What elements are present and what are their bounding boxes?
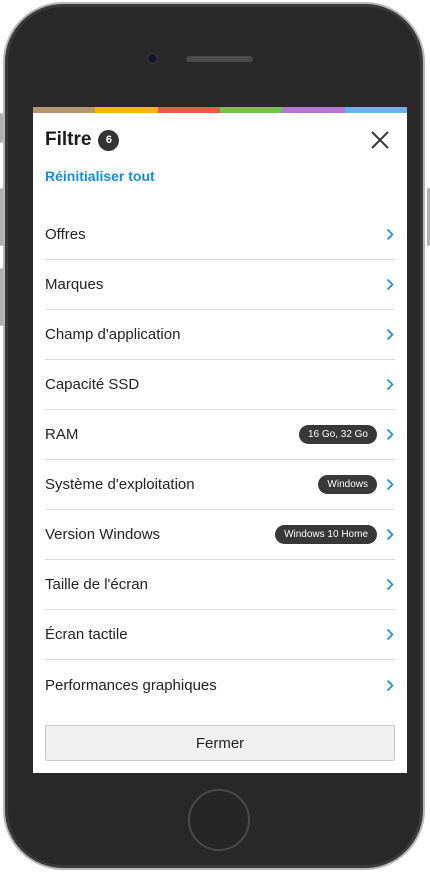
- filter-row[interactable]: RAM 16 Go, 32 Go: [45, 410, 395, 460]
- color-strip: [33, 107, 407, 113]
- color-strip-segment: [95, 107, 158, 113]
- color-strip-segment: [157, 107, 220, 113]
- filter-row-label: Taille de l'écran: [45, 576, 148, 593]
- close-icon: [371, 131, 389, 149]
- filter-row-label: Système d'exploitation: [45, 476, 195, 493]
- color-strip-segment: [344, 107, 407, 113]
- filter-row-label: Performances graphiques: [45, 676, 217, 694]
- selected-values-badge: Windows 10 Home: [275, 525, 377, 544]
- chevron-right-icon: [385, 678, 395, 692]
- filter-row-label: RAM: [45, 426, 79, 443]
- selected-values-badge: 16 Go, 32 Go: [298, 425, 377, 444]
- chevron-right-icon: [385, 428, 395, 442]
- filter-row-label: Marques: [45, 276, 104, 293]
- chevron-right-icon: [385, 378, 395, 392]
- earpiece-speaker: [186, 56, 253, 62]
- page-title: Filtre: [45, 129, 92, 150]
- volume-up-button: [0, 188, 3, 246]
- filter-row[interactable]: Champ d'application: [45, 310, 395, 360]
- chevron-right-icon: [385, 628, 395, 642]
- reset-all-link[interactable]: Réinitialiser tout: [45, 168, 155, 184]
- close-button[interactable]: [367, 127, 393, 153]
- chevron-right-icon: [385, 228, 395, 242]
- filter-row[interactable]: Marques: [45, 260, 395, 310]
- filter-row[interactable]: Écran tactile: [45, 610, 395, 660]
- filter-row[interactable]: Offres: [45, 210, 395, 260]
- home-button[interactable]: [188, 789, 250, 851]
- mute-switch: [0, 113, 3, 143]
- chevron-right-icon: [385, 578, 395, 592]
- filter-row-label: Capacité SSD: [45, 376, 140, 393]
- color-strip-segment: [282, 107, 345, 113]
- filter-row[interactable]: Performances graphiques: [45, 660, 395, 710]
- selected-values-badge: Windows: [318, 475, 377, 494]
- filter-row[interactable]: Version Windows Windows 10 Home: [45, 510, 395, 560]
- filter-row-label: Version Windows: [45, 526, 161, 543]
- filter-row-label: Écran tactile: [45, 626, 128, 643]
- chevron-right-icon: [385, 478, 395, 492]
- chevron-right-icon: [385, 278, 395, 292]
- filter-header: Filtre 6: [45, 127, 395, 153]
- color-strip-segment: [33, 107, 96, 113]
- volume-down-button: [0, 268, 3, 326]
- filter-panel: Filtre 6 Réinitialiser tout Offres Marque…: [33, 107, 407, 773]
- filter-row-label: Offres: [45, 226, 86, 243]
- chevron-right-icon: [385, 528, 395, 542]
- filter-row[interactable]: Capacité SSD: [45, 360, 395, 410]
- phone-frame: Filtre 6 Réinitialiser tout Offres Marque…: [3, 2, 425, 870]
- front-camera: [147, 53, 158, 64]
- filter-row-label: Champ d'application: [45, 326, 181, 343]
- filter-list: Offres Marques Champ d'application Capacité…: [45, 210, 395, 710]
- fermer-button[interactable]: Fermer: [45, 725, 395, 761]
- filter-row[interactable]: Taille de l'écran: [45, 560, 395, 610]
- filter-row[interactable]: Système d'exploitation Windows: [45, 460, 395, 510]
- filter-count-badge: 6: [98, 129, 120, 151]
- chevron-right-icon: [385, 328, 395, 342]
- color-strip-segment: [219, 107, 283, 113]
